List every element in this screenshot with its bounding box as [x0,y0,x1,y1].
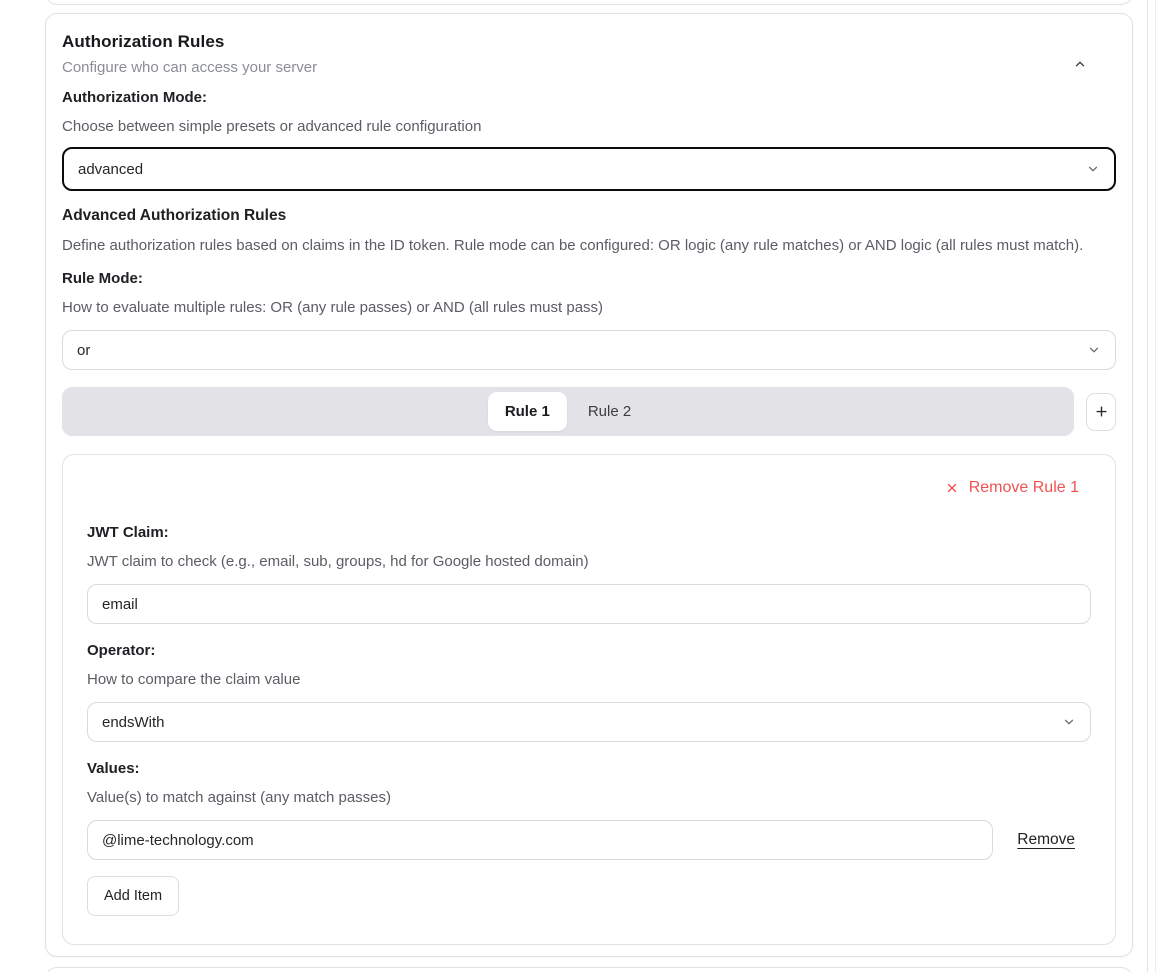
card-title: Authorization Rules [62,30,1116,53]
rule-1-panel: Remove Rule 1 JWT Claim: JWT claim to ch… [62,454,1116,945]
rule-mode-selected-value: or [77,342,90,359]
values-label: Values: [87,758,1091,779]
chevron-down-icon [1086,162,1100,176]
collapse-section-button[interactable] [1068,52,1092,76]
previous-card-edge [45,0,1133,5]
chevron-up-icon [1073,57,1087,71]
authorization-mode-select[interactable]: advanced [62,147,1116,191]
values-description: Value(s) to match against (any match pas… [87,787,1091,808]
next-card-edge [45,967,1133,972]
authorization-mode-selected-value: advanced [78,161,143,178]
rule-tab-bar: Rule 1 Rule 2 [62,387,1074,436]
remove-rule-label: Remove Rule 1 [969,479,1079,497]
authorization-mode-description: Choose between simple presets or advance… [62,116,1116,137]
operator-select[interactable]: endsWith [87,702,1091,742]
plus-icon [1094,404,1109,419]
remove-rule-button[interactable]: Remove Rule 1 [945,479,1079,497]
authorization-mode-label: Authorization Mode: [62,87,1116,108]
x-icon [945,481,959,495]
rule-mode-description: How to evaluate multiple rules: OR (any … [62,297,1116,318]
rule-mode-select[interactable]: or [62,330,1116,370]
right-panel-divider [1147,0,1148,972]
advanced-rules-title: Advanced Authorization Rules [62,205,1116,227]
value-item-row: Remove [87,820,1091,860]
add-item-button[interactable]: Add Item [87,876,179,916]
rule-tabs-row: Rule 1 Rule 2 [62,387,1116,436]
advanced-rules-description: Define authorization rules based on clai… [62,235,1116,256]
card-subtitle: Configure who can access your server [62,57,1116,78]
tab-rule-1[interactable]: Rule 1 [488,392,567,431]
add-rule-button[interactable] [1086,393,1116,431]
jwt-claim-label: JWT Claim: [87,522,1091,543]
operator-selected-value: endsWith [102,714,165,731]
chevron-down-icon [1062,715,1076,729]
jwt-claim-input[interactable] [87,584,1091,624]
right-edge-line [1155,0,1156,972]
chevron-down-icon [1087,343,1101,357]
operator-description: How to compare the claim value [87,669,1091,690]
tab-rule-2[interactable]: Rule 2 [571,392,648,431]
remove-value-link[interactable]: Remove [1017,831,1075,849]
settings-page: Authorization Rules Configure who can ac… [0,0,1162,972]
operator-label: Operator: [87,640,1091,661]
value-input[interactable] [87,820,993,860]
remove-rule-row: Remove Rule 1 [87,479,1091,497]
authorization-rules-card: Authorization Rules Configure who can ac… [45,13,1133,957]
jwt-claim-description: JWT claim to check (e.g., email, sub, gr… [87,551,1091,572]
rule-mode-label: Rule Mode: [62,268,1116,289]
